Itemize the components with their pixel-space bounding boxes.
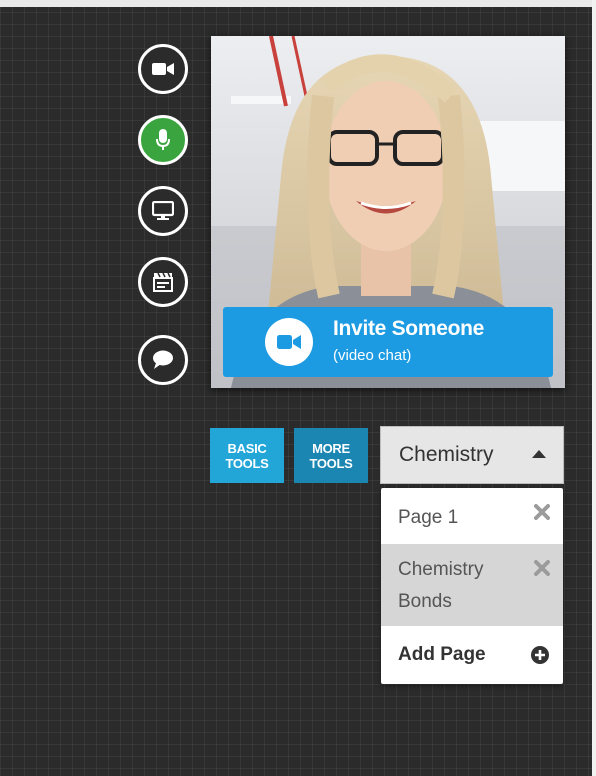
chat-button[interactable] (138, 335, 188, 385)
chat-bubble-icon (153, 350, 173, 369)
page-item-page-1[interactable]: Page 1 (381, 488, 563, 544)
right-edge-strip (592, 0, 596, 776)
screen-share-icon (152, 201, 174, 220)
notebook-dropdown-button[interactable]: Chemistry (380, 426, 564, 484)
screen-share-button[interactable] (138, 186, 188, 236)
microphone-icon (156, 129, 170, 150)
add-page-label: Add Page (398, 644, 486, 665)
video-call-icon (277, 335, 301, 349)
notebook-pages-menu: Page 1 Chemistry Bonds Add Page (381, 488, 563, 684)
top-bar (0, 0, 596, 7)
microphone-toggle-button[interactable] (138, 115, 188, 165)
clapperboard-icon (153, 272, 173, 292)
caret-up-icon (532, 450, 546, 458)
video-call-icon-circle (265, 318, 313, 366)
basic-tools-button[interactable]: BASIC TOOLS (210, 428, 284, 483)
video-tile: Invite Someone (video chat) (211, 36, 565, 388)
delete-page-icon[interactable] (534, 504, 550, 520)
page-item-label: Page 1 (398, 507, 459, 528)
camera-toggle-button[interactable] (138, 44, 188, 94)
media-button[interactable] (138, 257, 188, 307)
plus-circle-icon (531, 646, 549, 664)
delete-page-icon[interactable] (534, 560, 550, 576)
page-item-label: Chemistry Bonds (398, 559, 484, 612)
notebook-dropdown-label: Chemistry (399, 443, 494, 466)
invite-title: Invite Someone (333, 317, 485, 340)
more-tools-button[interactable]: MORE TOOLS (294, 428, 368, 483)
add-page-button[interactable]: Add Page (381, 626, 563, 684)
invite-someone-button[interactable]: Invite Someone (video chat) (223, 307, 553, 377)
invite-subtitle: (video chat) (333, 347, 412, 364)
video-camera-icon (152, 63, 174, 75)
page-item-chemistry-bonds[interactable]: Chemistry Bonds (381, 544, 563, 626)
